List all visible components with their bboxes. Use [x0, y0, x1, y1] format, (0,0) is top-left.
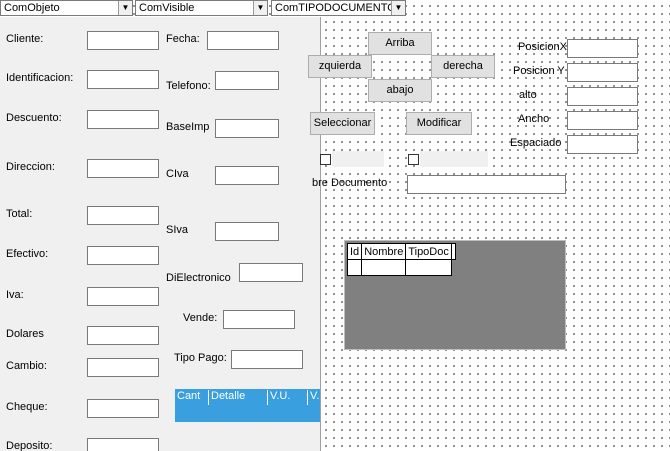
checkbox-2[interactable]: [408, 154, 419, 165]
ancho-field[interactable]: [567, 111, 638, 130]
identificacion-label: Identificacion:: [6, 72, 74, 84]
doc-col-id[interactable]: Id: [346, 243, 363, 260]
vende-field[interactable]: [223, 310, 295, 329]
modificar-button[interactable]: Modificar: [406, 112, 472, 135]
checkbox-2-label-area: [420, 151, 488, 167]
abajo-button[interactable]: abajo: [368, 79, 432, 102]
cambio-label: Cambio:: [6, 360, 47, 372]
combo-objeto[interactable]: ComObjeto ▼: [0, 0, 133, 16]
detail-col-vu[interactable]: V.U.: [268, 390, 308, 405]
espaciado-label: Espaciado: [510, 137, 562, 149]
posicionx-label: PosicionX: [518, 41, 567, 53]
checkbox-1-label-area: [332, 151, 384, 167]
efectivo-label: Efectivo:: [6, 248, 49, 260]
dolares-label: Dolares: [6, 328, 44, 340]
tipo-pago-field[interactable]: [231, 350, 303, 369]
baseimp-label: BaseImp: [166, 121, 210, 133]
arriba-button[interactable]: Arriba: [368, 32, 432, 55]
espaciado-field[interactable]: [567, 135, 638, 154]
alto-field[interactable]: [567, 87, 638, 106]
total-field[interactable]: [87, 206, 159, 225]
fecha-field[interactable]: [207, 31, 279, 50]
combo-tipodocumento-value: ComTIPODOCUMENTO: [275, 2, 396, 14]
direccion-field[interactable]: [87, 159, 159, 178]
efectivo-field[interactable]: [87, 246, 159, 265]
siva-field[interactable]: [215, 222, 279, 241]
ancho-label: Ancho: [518, 113, 550, 125]
doc-col-tipodoc[interactable]: TipoDoc: [405, 243, 452, 260]
checkbox-1[interactable]: [320, 154, 331, 165]
cliente-label: Cliente:: [6, 33, 44, 45]
civa-field[interactable]: [215, 166, 279, 185]
detail-grid-selected-row[interactable]: [175, 406, 320, 422]
cheque-field[interactable]: [87, 399, 159, 418]
doc-col-nombre[interactable]: Nombre: [361, 243, 407, 260]
combo-visible[interactable]: ComVisible ▼: [135, 0, 268, 16]
document-grid-table: Id Nombre TipoDoc: [346, 243, 457, 276]
cliente-field[interactable]: [87, 31, 159, 50]
deposito-label: Deposito:: [6, 440, 53, 451]
document-grid-header: Id Nombre TipoDoc: [346, 243, 457, 260]
posicionx-field[interactable]: [567, 39, 638, 58]
descuento-field[interactable]: [87, 110, 159, 129]
chevron-down-icon[interactable]: ▼: [118, 1, 132, 15]
identificacion-field[interactable]: [87, 70, 159, 89]
detail-col-detalle[interactable]: Detalle: [209, 390, 268, 405]
civa-label: CIva: [166, 168, 189, 180]
detail-grid[interactable]: Cant Detalle V.U. V.: [175, 389, 320, 451]
posiciony-field[interactable]: [567, 63, 638, 82]
telefono-label: Telefono:: [166, 80, 211, 92]
nombre-documento-field[interactable]: [407, 175, 566, 194]
combo-objeto-value: ComObjeto: [4, 2, 60, 14]
tipo-pago-label: Tipo Pago:: [174, 352, 227, 364]
deposito-field[interactable]: [87, 438, 159, 451]
descuento-label: Descuento:: [6, 112, 62, 124]
chevron-down-icon[interactable]: ▼: [391, 1, 405, 15]
detail-grid-header: Cant Detalle V.U. V.: [175, 389, 320, 406]
total-label: Total:: [6, 208, 33, 220]
vende-label: Vende:: [183, 312, 218, 324]
alto-label: alto: [519, 89, 537, 101]
iva-label: Iva:: [6, 289, 24, 301]
siva-label: SIva: [166, 224, 189, 236]
combo-tipodocumento[interactable]: ComTIPODOCUMENTO ▼: [271, 0, 406, 16]
nombre-documento-label: bre Documento: [312, 177, 388, 189]
combo-visible-value: ComVisible: [139, 2, 195, 14]
chevron-down-icon[interactable]: ▼: [253, 1, 267, 15]
dolares-field[interactable]: [87, 326, 159, 345]
detail-col-v[interactable]: V.: [308, 390, 320, 405]
baseimp-field[interactable]: [215, 119, 279, 138]
direccion-label: Direccion:: [6, 161, 55, 173]
derecha-button[interactable]: derecha: [431, 55, 495, 78]
document-grid[interactable]: Id Nombre TipoDoc: [344, 240, 566, 350]
table-row[interactable]: [346, 259, 456, 276]
posiciony-label: Posicion Y: [513, 65, 565, 77]
fecha-label: Fecha:: [166, 33, 200, 45]
iva-field[interactable]: [87, 287, 159, 306]
cambio-field[interactable]: [87, 358, 159, 377]
seleccionar-button[interactable]: Seleccionar: [310, 112, 375, 135]
doc-col-spacer: [450, 243, 457, 260]
dielectronico-label: DiElectronico: [166, 272, 231, 284]
detail-col-cant[interactable]: Cant: [175, 390, 209, 405]
telefono-field[interactable]: [215, 71, 279, 90]
cheque-label: Cheque:: [6, 401, 48, 413]
dielectronico-field[interactable]: [239, 263, 303, 282]
invoice-form-panel: Cliente: Identificacion: Descuento: Dire…: [0, 17, 321, 451]
izquierda-button[interactable]: zquierda: [308, 55, 372, 78]
